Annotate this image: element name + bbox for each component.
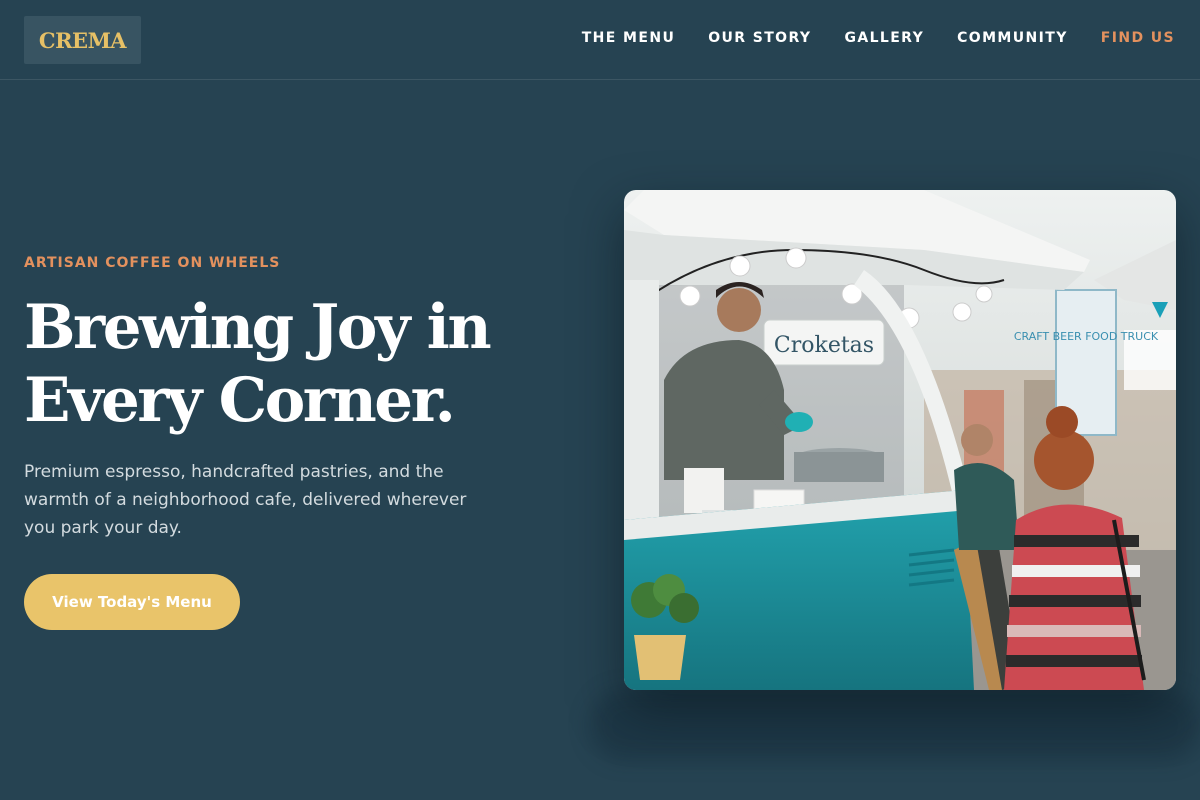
hero-subtitle: Premium espresso, handcrafted pastries, …	[24, 462, 467, 538]
hero-eyebrow: ARTISAN COFFEE ON WHEELS	[24, 255, 281, 271]
truck-pillar	[624, 280, 659, 520]
barista-head	[717, 288, 761, 332]
nav-link-our-story[interactable]: OUR STORY	[708, 29, 811, 47]
nav-link-gallery[interactable]: GALLERY	[844, 29, 924, 47]
brand-logo[interactable]: CREMA	[24, 16, 141, 64]
banner-text: CRAFT BEER FOOD TRUCK	[1014, 330, 1159, 343]
glove	[785, 412, 813, 432]
nav-link-community[interactable]: COMMUNITY	[957, 29, 1068, 47]
hero-headline-line-2: Every Corner.	[24, 365, 456, 436]
nav-link-the-menu[interactable]: THE MENU	[582, 29, 675, 47]
hero-headline: Brewing Joy in Every Corner.	[24, 291, 584, 437]
croketas-sign-text: Croketas	[774, 333, 874, 358]
view-menu-button[interactable]: View Today's Menu	[24, 574, 240, 630]
top-nav: CREMA THE MENU OUR STORY GALLERY COMMUNI…	[0, 0, 1200, 80]
hero-photo: CRAFT BEER FOOD TRUCK Croketas nut	[624, 190, 1176, 690]
cup	[684, 468, 724, 513]
photo-shadow	[590, 690, 1200, 760]
nav-links: THE MENU OUR STORY GALLERY COMMUNITY FIN…	[582, 29, 1175, 47]
coffee-truck-illustration: CRAFT BEER FOOD TRUCK Croketas nut	[624, 190, 1176, 690]
hero-headline-line-1: Brewing Joy in	[24, 292, 492, 363]
nav-link-find-us[interactable]: FIND US	[1101, 29, 1175, 47]
